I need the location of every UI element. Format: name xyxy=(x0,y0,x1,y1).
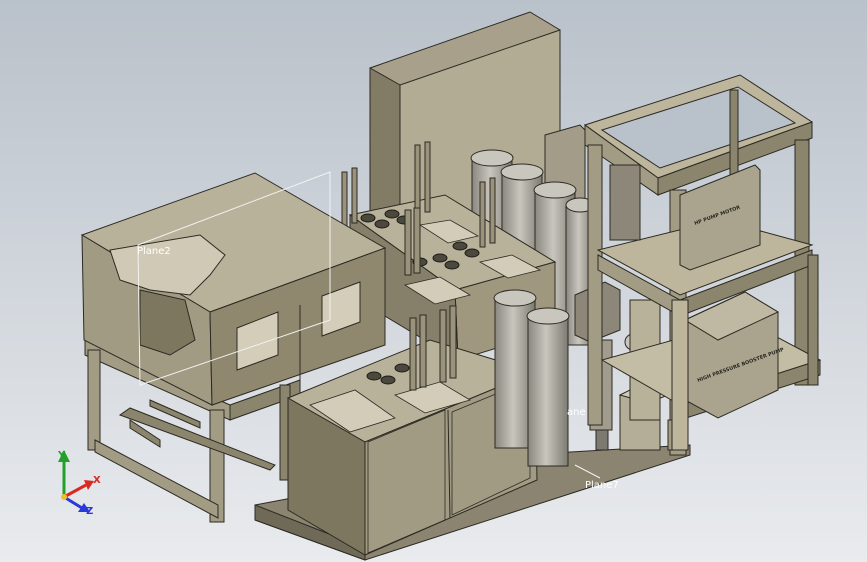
plane-label-a[interactable]: Plane2 xyxy=(137,246,171,257)
plane-label-c[interactable]: Plane7 xyxy=(585,480,619,491)
cad-graphics-viewport[interactable]: Plane2 HP PUMP MOTOR HIGH PRESSURE BOOST… xyxy=(0,0,867,562)
corner-post xyxy=(671,299,689,451)
plane-label-b[interactable]: ane xyxy=(567,407,586,418)
triad-z-label: Z xyxy=(86,506,93,517)
triad-origin xyxy=(61,494,67,500)
triad-y-label: Y xyxy=(57,450,66,461)
triad-x-label: X xyxy=(93,475,101,486)
assembly-3d-view[interactable]: Plane2 HP PUMP MOTOR HIGH PRESSURE BOOST… xyxy=(0,0,867,562)
pressure-vessel-6[interactable] xyxy=(526,307,570,467)
